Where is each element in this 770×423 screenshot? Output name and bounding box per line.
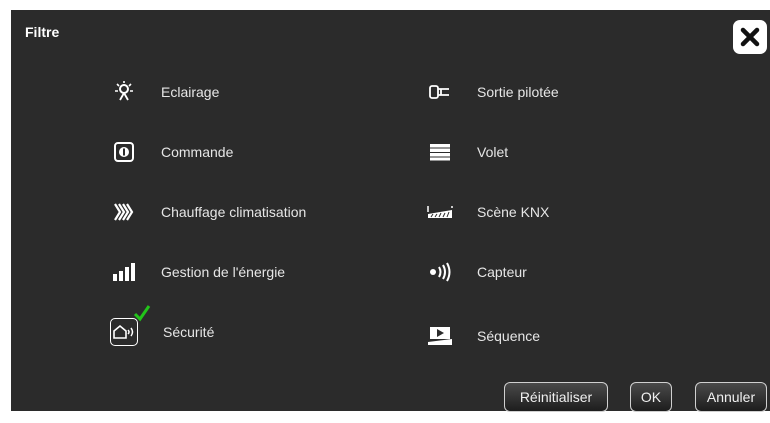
command-icon [107,132,141,172]
filter-label: Gestion de l'énergie [161,264,286,280]
filter-item-securite[interactable]: Sécurité [107,305,215,352]
filter-label: Scène KNX [477,204,550,220]
security-home-icon [110,305,151,346]
filter-label: Commande [161,144,234,160]
filter-label: Capteur [477,264,527,280]
filter-item-chauffage[interactable]: Chauffage climatisation [107,192,306,232]
filter-item-sortie[interactable]: Sortie pilotée [423,72,559,112]
energy-bars-icon [107,252,141,292]
plug-icon [423,72,457,112]
check-icon [133,305,151,322]
filter-label: Volet [477,144,509,160]
sensor-icon [423,252,457,292]
filter-item-commande[interactable]: Commande [107,132,233,172]
close-button[interactable] [733,20,767,54]
shutter-icon [423,132,457,172]
lightbulb-icon [107,72,141,112]
filter-label: Sécurité [163,324,215,340]
filter-label: Sortie pilotée [477,84,559,100]
close-icon [740,27,760,47]
filter-label: Séquence [477,328,541,344]
dialog-title: Filtre [25,24,60,40]
filter-item-sequence[interactable]: Séquence [423,316,540,356]
heating-icon [107,192,141,232]
knx-scene-icon [423,192,457,232]
filter-label: Eclairage [161,84,220,100]
filter-item-eclairage[interactable]: Eclairage [107,72,219,112]
filter-item-capteur[interactable]: Capteur [423,252,527,292]
sequence-play-icon [423,316,457,356]
reset-button[interactable]: Réinitialiser [504,382,608,412]
cancel-button[interactable]: Annuler [695,382,767,412]
filter-item-volet[interactable]: Volet [423,132,508,172]
filter-label: Chauffage climatisation [161,204,307,220]
filter-dialog: Filtre Eclairage Commande Chauffage clim… [11,10,770,412]
filter-item-scene-knx[interactable]: Scène KNX [423,192,549,232]
filter-item-energie[interactable]: Gestion de l'énergie [107,252,285,292]
ok-button[interactable]: OK [630,382,672,412]
